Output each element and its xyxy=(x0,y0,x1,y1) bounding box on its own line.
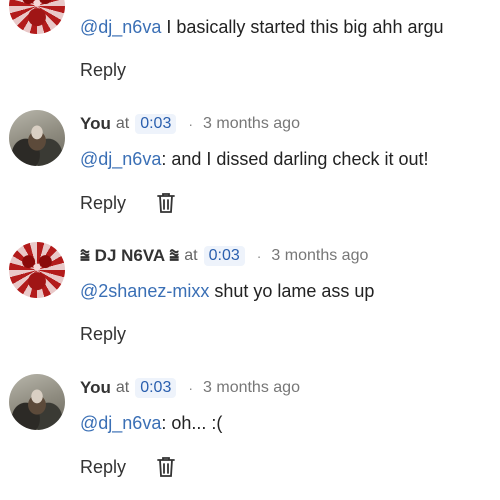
comment-text: @dj_n6va: and I dissed darling check it … xyxy=(80,149,428,170)
comment-header: You at 0:03 · 3 months ago xyxy=(80,378,300,398)
comment-text: @dj_n6va: oh... :( xyxy=(80,413,222,434)
separator-dot: · xyxy=(188,380,194,396)
comment-text: @dj_n6va I basically started this big ah… xyxy=(80,17,443,38)
posted-time: 3 months ago xyxy=(203,379,300,396)
posted-time: 3 months ago xyxy=(203,115,300,132)
author-name[interactable]: You xyxy=(80,378,111,398)
mention-link[interactable]: @dj_n6va xyxy=(80,149,161,169)
avatar[interactable] xyxy=(9,242,65,298)
avatar[interactable] xyxy=(9,374,65,430)
at-label: at xyxy=(184,247,198,264)
author-name[interactable]: You xyxy=(80,114,111,134)
mention-link[interactable]: @dj_n6va xyxy=(80,17,161,37)
timestamp-link[interactable]: 0:03 xyxy=(203,246,245,266)
reply-button[interactable]: Reply xyxy=(80,193,126,214)
comment-body-text: : oh... :( xyxy=(161,413,223,433)
mention-link[interactable]: @2shanez-mixx xyxy=(80,281,209,301)
separator-dot: · xyxy=(188,116,194,132)
timestamp-link[interactable]: 0:03 xyxy=(135,378,177,398)
trash-icon[interactable] xyxy=(156,456,176,478)
at-label: at xyxy=(115,115,130,132)
at-label: at xyxy=(115,379,130,396)
posted-time: 3 months ago xyxy=(271,247,369,264)
reply-button[interactable]: Reply xyxy=(80,324,126,345)
mention-link[interactable]: @dj_n6va xyxy=(80,413,161,433)
comment-text: @2shanez-mixx shut yo lame ass up xyxy=(80,281,374,302)
separator-dot: · xyxy=(256,248,262,264)
avatar[interactable] xyxy=(9,110,65,166)
comment-body-text: : and I dissed darling check it out! xyxy=(161,149,429,169)
timestamp-link[interactable]: 0:03 xyxy=(135,114,177,134)
reply-button[interactable]: Reply xyxy=(80,457,126,478)
comment-body-text: shut yo lame ass up xyxy=(209,281,375,301)
comment-header: ⩰ DJ N6VA ⩰ at 0:03 · 3 months ago xyxy=(80,246,368,266)
comment-actions: Reply xyxy=(80,192,176,214)
trash-icon[interactable] xyxy=(156,192,176,214)
comment-header: You at 0:03 · 3 months ago xyxy=(80,114,300,134)
reply-button[interactable]: Reply xyxy=(80,60,126,81)
comment-body-text: I basically started this big ahh argu xyxy=(161,17,444,37)
author-name[interactable]: ⩰ DJ N6VA ⩰ xyxy=(80,246,179,266)
comment-actions: Reply xyxy=(80,324,126,345)
avatar[interactable] xyxy=(9,0,65,34)
comment-actions: Reply xyxy=(80,60,126,81)
comment-actions: Reply xyxy=(80,456,176,478)
